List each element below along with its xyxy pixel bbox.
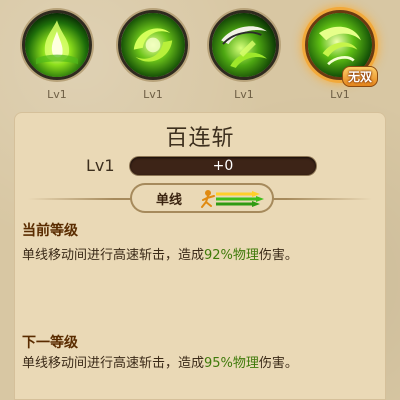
green-blade-sweep-skill-icon [209,10,279,80]
attack-type-tag: 单线 [132,185,272,211]
skill-level-label: Lv1 [234,88,254,101]
skill-strip: Lv1 Lv1 Lv1 无双 Lv1 [0,0,400,108]
next-level-description: 单线移动间进行高速斩击，造成95%物理伤害。 [22,352,298,371]
skill-slot-4-selected[interactable]: 无双 Lv1 [302,10,378,108]
green-vortex-skill-icon [118,10,188,80]
skill-title: 百连斩 [165,126,235,151]
description-suffix: 伤害。 [258,248,298,263]
wushuang-badge: 无双 [341,66,378,87]
skill-level-label: Lv1 [47,88,67,101]
exp-bar: +0 [130,157,316,175]
description-suffix: 伤害。 [258,356,298,371]
description-text: 单线移动间进行高速斩击，造成 [22,356,205,371]
damage-highlight: 95%物理 [204,356,259,371]
skill-detail-panel: 百连斩 Lv1 +0 单线 当前等级 单线移动间进行高速斩击，造成92%物理伤害… [14,112,386,400]
description-text: 单线移动间进行高速斩击，造成 [22,248,205,263]
green-flame-skill-icon [22,10,92,80]
skill-level-label: Lv1 [330,88,350,101]
current-level-description: 单线移动间进行高速斩击，造成92%物理伤害。 [22,244,298,263]
skill-slot-1[interactable]: Lv1 [19,10,95,108]
skill-slot-2[interactable]: Lv1 [115,10,191,108]
exp-text: +0 [212,158,234,174]
current-level-heading: 当前等级 [22,223,78,239]
skill-slot-3[interactable]: Lv1 [206,10,282,108]
skill-level-label: Lv1 [143,88,163,101]
next-level-heading: 下一等级 [22,335,78,351]
single-line-attack-icon [201,190,264,208]
skill-level: Lv1 [86,156,115,175]
attack-type-label: 单线 [156,193,183,208]
damage-highlight: 92%物理 [204,248,259,263]
